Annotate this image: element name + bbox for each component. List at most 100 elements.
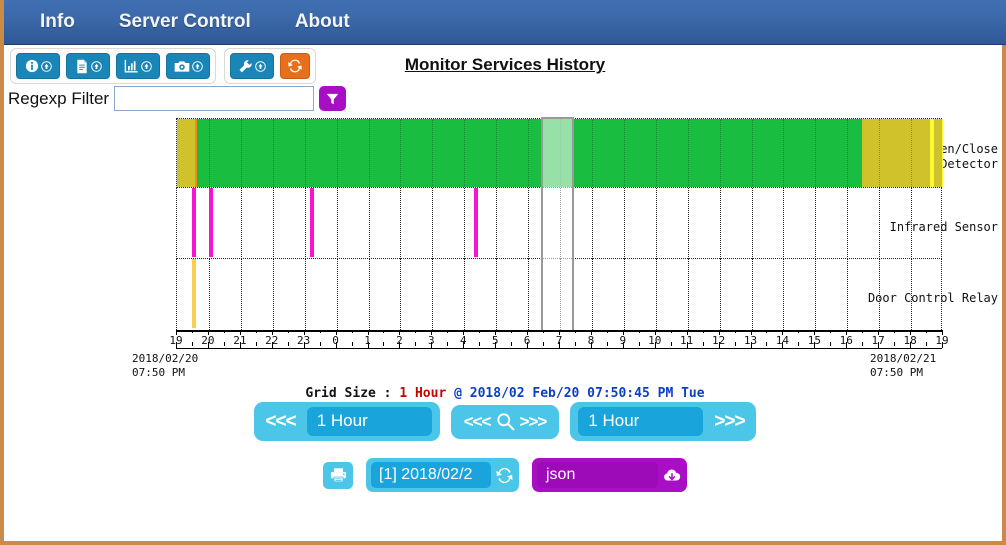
download-button[interactable] — [662, 467, 682, 484]
grid-line — [272, 188, 274, 259]
grid-line — [560, 188, 561, 259]
axis-minor-tick — [670, 342, 672, 346]
refresh-icon — [288, 59, 302, 73]
nav-item-info[interactable]: Info — [18, 7, 97, 37]
grid-line — [623, 259, 625, 330]
grid-size-prefix: Grid Size : — [305, 386, 400, 401]
grid-line — [655, 188, 657, 259]
prev-button[interactable]: <<< — [262, 411, 298, 433]
grid-line — [464, 259, 466, 330]
regexp-filter-input[interactable] — [114, 86, 315, 111]
settings-button[interactable] — [230, 53, 274, 79]
grid-line — [783, 259, 785, 330]
axis-tick-label: 10 — [648, 334, 662, 347]
prev-span-select[interactable]: 1 Hour — [306, 407, 432, 436]
grid-line — [751, 119, 753, 189]
zoom-control[interactable]: <<< >>> — [464, 412, 548, 432]
next-button[interactable]: >>> — [711, 411, 747, 433]
grid-line — [751, 188, 753, 259]
nav-item-about[interactable]: About — [273, 7, 372, 37]
up-arrow-circle-icon — [90, 60, 102, 72]
event-tick — [209, 188, 214, 257]
apply-filter-button[interactable] — [319, 86, 347, 111]
date-selector: [1] 2018/02/2 — [366, 458, 519, 492]
grid-line — [847, 119, 849, 189]
axis-minor-tick — [511, 330, 513, 333]
main-navbar: Info Server Control About — [4, 0, 1006, 45]
axis-minor-tick — [543, 330, 545, 333]
export-format-value[interactable]: json — [537, 462, 658, 488]
grid-line — [368, 119, 370, 189]
grid-line — [240, 259, 242, 330]
wrench-icon — [239, 59, 252, 72]
grid-line — [591, 259, 593, 330]
axis-minor-tick — [734, 342, 736, 346]
printer-icon — [330, 468, 346, 483]
print-button[interactable] — [323, 461, 353, 489]
grid-line — [464, 188, 466, 259]
zoom-group: <<< >>> — [450, 404, 560, 439]
filter-row: Regexp Filter — [8, 86, 347, 111]
axis-minor-tick — [798, 342, 800, 346]
date-refresh-button[interactable] — [495, 466, 514, 485]
grid-line — [655, 119, 657, 189]
axis-tick-label: 16 — [839, 334, 853, 347]
axis-minor-tick — [702, 330, 704, 333]
toolbar-group-actions — [224, 48, 316, 84]
axis-minor-tick — [319, 342, 321, 346]
download-cloud-icon — [664, 468, 681, 480]
axis-minor-tick — [287, 330, 289, 333]
axis-minor-tick — [926, 342, 928, 346]
axis-minor-tick — [383, 342, 385, 346]
up-arrow-circle-icon — [191, 60, 203, 72]
zoom-out-label[interactable]: <<< — [464, 412, 492, 432]
grid-line — [623, 119, 625, 189]
nav-item-server-control[interactable]: Server Control — [97, 7, 273, 37]
document-button[interactable] — [66, 53, 110, 79]
axis-tick-label: 19 — [169, 334, 183, 347]
page-title-text: Monitor Services History — [404, 55, 606, 74]
axis-tick-label: 8 — [587, 334, 595, 347]
event-tick — [473, 188, 478, 257]
grid-line — [400, 188, 402, 259]
lane-door-control-relay[interactable] — [176, 259, 942, 330]
x-axis-end-label: 2018/02/21 07:50 PM — [870, 352, 937, 379]
lane-infrared-sensor[interactable] — [176, 188, 942, 259]
grid-line — [432, 188, 434, 259]
axis-minor-tick — [479, 330, 481, 333]
grid-line — [879, 188, 881, 259]
axis-minor-tick — [479, 342, 481, 346]
camera-button[interactable] — [166, 53, 210, 79]
axis-minor-tick — [734, 330, 736, 333]
refresh-button[interactable] — [280, 53, 310, 79]
zoom-in-label[interactable]: >>> — [520, 412, 548, 432]
grid-line — [208, 259, 210, 330]
next-span-select[interactable]: 1 Hour — [578, 407, 704, 436]
axis-minor-tick — [255, 342, 257, 346]
grid-line — [432, 119, 434, 189]
toolbar-group-views — [10, 48, 216, 84]
axis-tick-label: 1 — [364, 334, 371, 347]
axis-minor-tick — [351, 330, 353, 333]
event-tick — [310, 188, 314, 257]
axis-minor-tick — [766, 342, 768, 346]
icon-toolbar — [10, 48, 316, 84]
plot-area[interactable] — [176, 117, 944, 332]
axis-minor-tick — [830, 342, 832, 346]
axis-minor-tick — [447, 330, 449, 333]
magnifier-icon — [496, 413, 514, 431]
info-button[interactable] — [16, 53, 60, 79]
chart-button[interactable] — [116, 53, 160, 79]
grid-line — [528, 259, 530, 330]
axis-minor-tick — [287, 342, 289, 346]
bottom-controls: [1] 2018/02/2 json — [4, 458, 1006, 492]
info-icon — [25, 59, 38, 73]
refresh-icon — [496, 467, 513, 483]
grid-line — [400, 259, 402, 330]
export-format-selector: json — [532, 458, 687, 492]
date-select-value[interactable]: [1] 2018/02/2 — [371, 462, 491, 488]
band-segment-alert — [942, 119, 944, 187]
lane-door-open-close-detector[interactable] — [176, 118, 944, 189]
axis-tick-label: 2 — [396, 334, 403, 347]
axis-tick-label: 5 — [491, 334, 499, 347]
